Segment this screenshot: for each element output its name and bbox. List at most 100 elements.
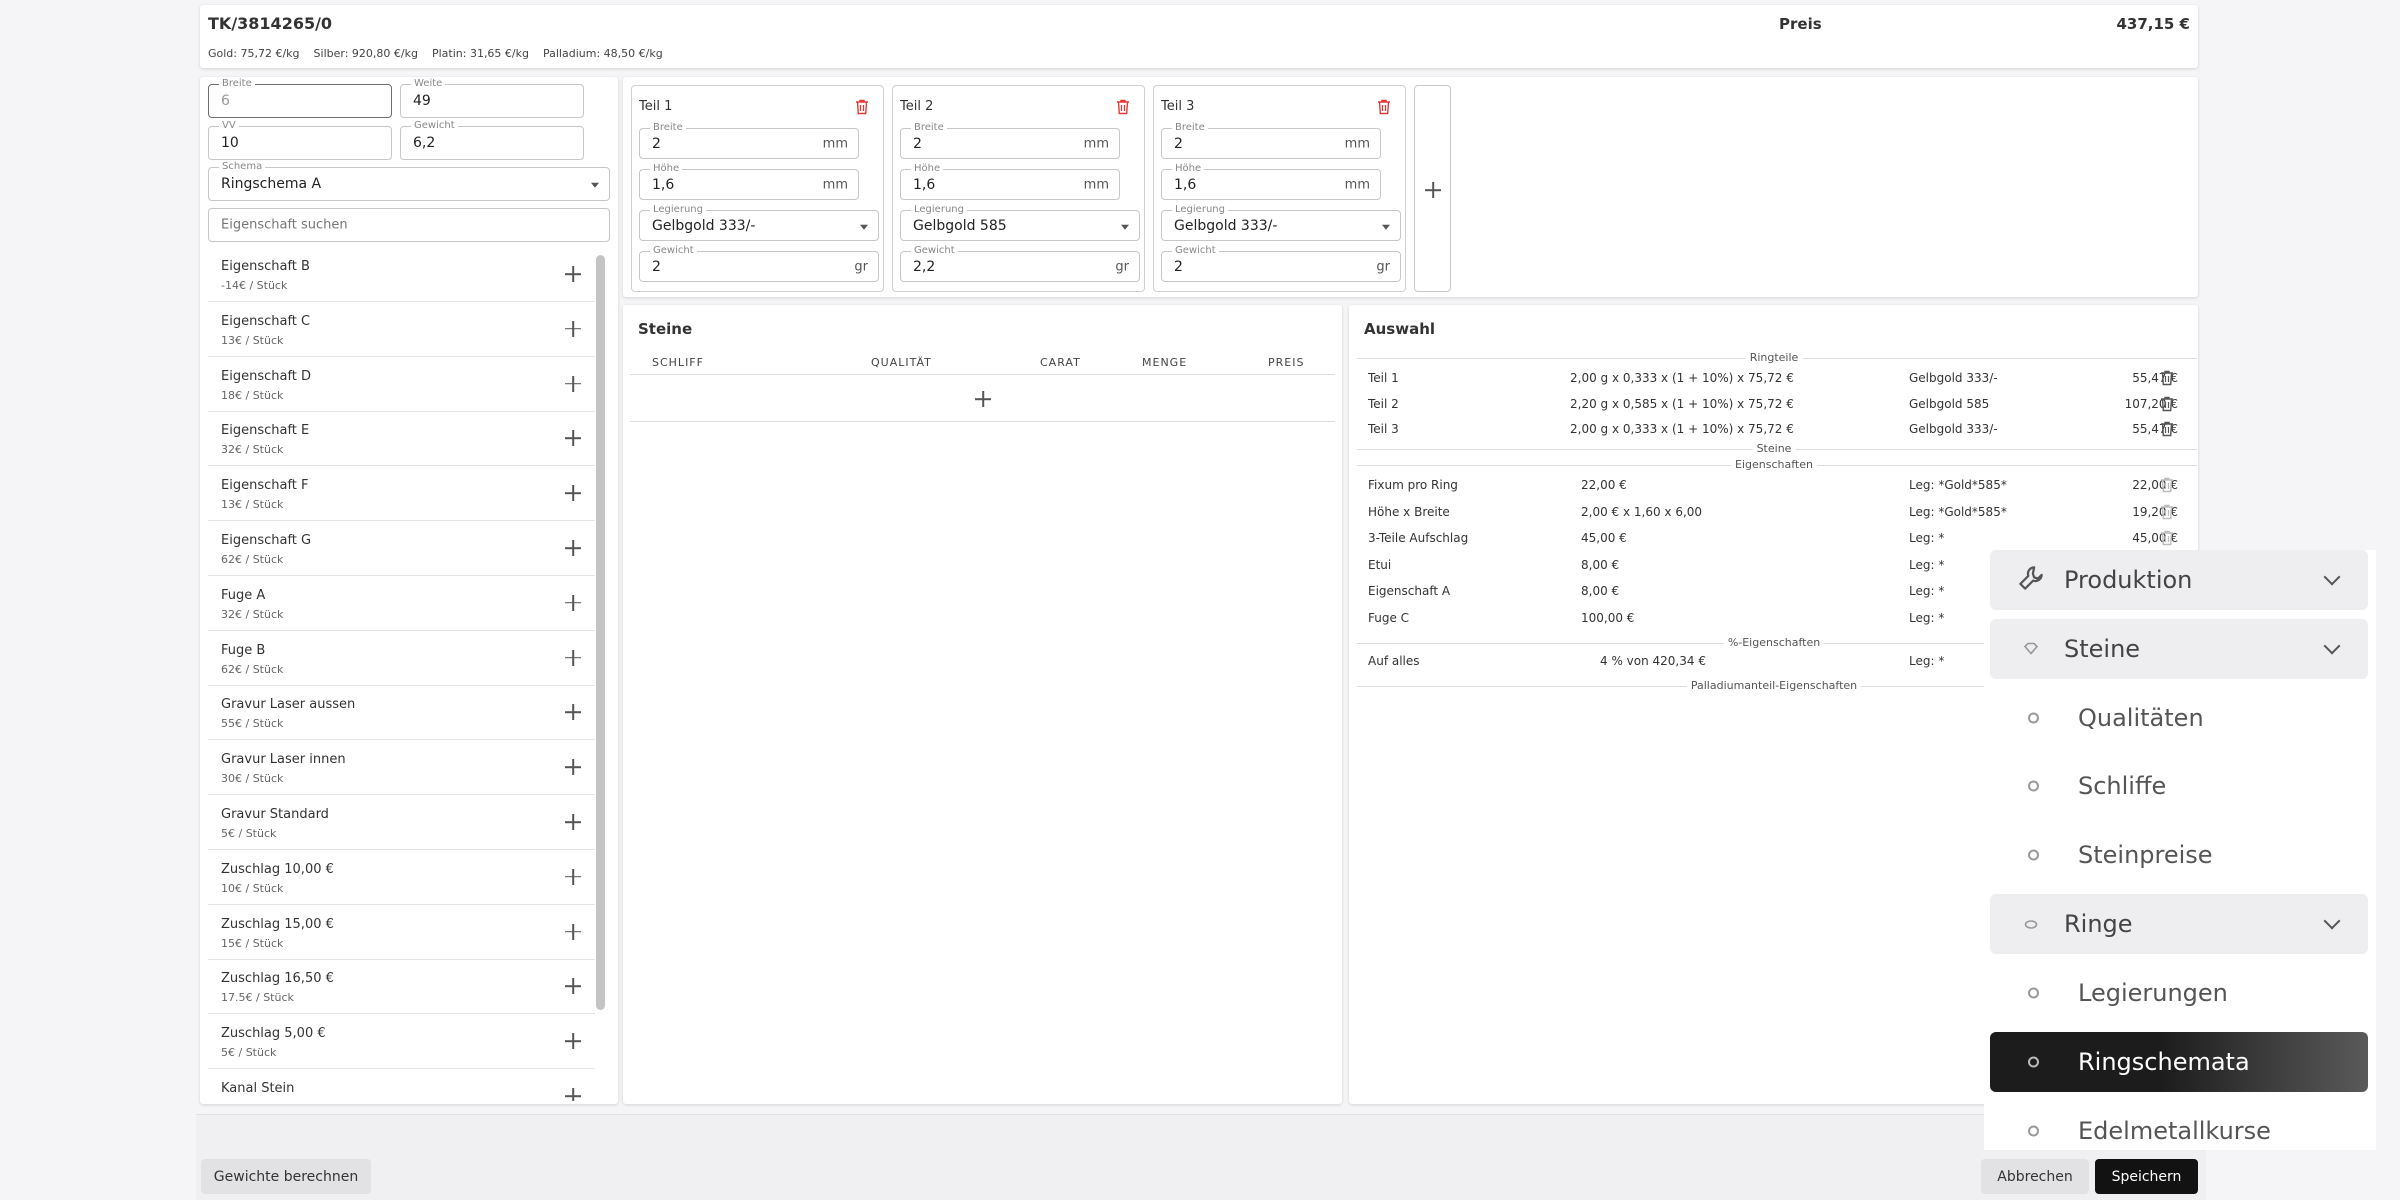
property-row[interactable]: Gravur Laser aussen 55€ / Stück — [208, 686, 595, 741]
property-row[interactable]: Eigenschaft C 13€ / Stück — [208, 303, 595, 357]
property-row[interactable]: Zuschlag 16,50 € 17.5€ / Stück — [208, 960, 595, 1015]
delete-row-icon[interactable] — [2160, 477, 2174, 496]
delete-part-icon[interactable] — [1377, 99, 1391, 119]
calc-weights-button[interactable]: Gewichte berechnen — [201, 1159, 371, 1194]
part-card: Teil 3 Breite 2 mm Höhe 1,6 mm Legierung… — [1153, 85, 1406, 292]
part-legierung-select[interactable]: Legierung Gelbgold 585 — [900, 203, 1140, 241]
property-row[interactable]: Eigenschaft F 13€ / Stück — [208, 467, 595, 522]
property-row[interactable]: Eigenschaft G 62€ / Stück — [208, 522, 595, 576]
add-property-icon[interactable] — [565, 430, 581, 446]
add-property-icon[interactable] — [565, 650, 581, 666]
col-carat: CARAT — [1040, 356, 1081, 369]
menu-item-produktion[interactable]: Produktion — [1990, 550, 2368, 610]
menu-item-steine[interactable]: Steine — [1990, 619, 2368, 679]
add-property-icon[interactable] — [565, 759, 581, 775]
add-stone-button[interactable] — [975, 391, 991, 411]
bullet-icon — [2028, 1056, 2039, 1068]
property-price: 17.5€ / Stück — [221, 991, 294, 1005]
add-property-icon[interactable] — [565, 376, 581, 392]
add-property-icon[interactable] — [565, 1088, 581, 1101]
add-property-icon[interactable] — [565, 978, 581, 994]
add-property-icon[interactable] — [565, 924, 581, 940]
add-property-icon[interactable] — [565, 540, 581, 556]
weite-field[interactable]: Weite 49 — [400, 77, 584, 118]
schema-select[interactable]: Schema Ringschema A — [208, 160, 610, 201]
property-list-scrollbar[interactable] — [596, 255, 605, 1010]
menu-item-ringe[interactable]: Ringe — [1990, 894, 2368, 954]
menu-item-schliffe[interactable]: Schliffe — [1990, 756, 2368, 816]
plus-icon — [1425, 182, 1441, 198]
gewicht-field[interactable]: Gewicht 6,2 — [400, 119, 584, 160]
add-property-icon[interactable] — [565, 814, 581, 830]
breite-field[interactable]: Breite 6 — [208, 77, 392, 118]
property-price: 5€ / Stück — [221, 1046, 277, 1060]
menu-item-qualitäten[interactable]: Qualitäten — [1990, 688, 2368, 748]
add-property-icon[interactable] — [565, 704, 581, 720]
chevron-down-icon — [1121, 224, 1129, 230]
property-price: 18€ / Stück — [221, 388, 284, 402]
save-button[interactable]: Speichern — [2095, 1159, 2198, 1194]
property-row[interactable]: Eigenschaft B -14€ / Stück — [208, 248, 595, 302]
menu-item-ringschemata[interactable]: Ringschemata — [1990, 1032, 2368, 1092]
chevron-down-icon — [2323, 637, 2341, 655]
part-gewicht-field[interactable]: Gewicht 2 gr — [639, 244, 879, 282]
ringteil-row: Teil 1 2,00 g x 0,333 x (1 + 10%) x 75,7… — [1368, 370, 2178, 386]
property-price: 5€ / Stück — [221, 827, 277, 840]
price-value: 437,15 € — [2116, 15, 2190, 33]
add-property-icon[interactable] — [565, 1033, 581, 1049]
property-row[interactable]: Zuschlag 15,00 € 15€ / Stück — [208, 906, 595, 960]
col-menge: MENGE — [1142, 356, 1188, 369]
part-hoehe-field[interactable]: Höhe 1,6 mm — [1161, 162, 1381, 200]
delete-row-icon[interactable] — [2160, 396, 2174, 412]
property-row[interactable]: Gravur Standard 5€ / Stück — [208, 796, 595, 850]
menu-item-label: Steine — [2064, 635, 2141, 663]
property-row[interactable]: Gravur Laser innen 30€ / Stück — [208, 741, 595, 796]
menu-item-legierungen[interactable]: Legierungen — [1990, 963, 2368, 1023]
part-gewicht-field[interactable]: Gewicht 2,2 gr — [900, 244, 1140, 282]
wrench-icon — [2016, 563, 2046, 597]
metal-rate-silver: Silber: 920,80 €/kg — [313, 47, 418, 60]
vv-field[interactable]: VV 10 — [208, 119, 392, 160]
menu-item-edelmetallkurse[interactable]: Edelmetallkurse — [1990, 1101, 2368, 1161]
property-row[interactable]: Fuge A 32€ / Stück — [208, 577, 595, 631]
delete-row-icon[interactable] — [2160, 504, 2174, 523]
add-property-icon[interactable] — [565, 321, 581, 337]
property-search-input[interactable]: Eigenschaft suchen — [208, 208, 610, 242]
part-breite-field[interactable]: Breite 2 mm — [1161, 121, 1381, 159]
part-breite-field[interactable]: Breite 2 mm — [900, 121, 1120, 159]
add-property-icon[interactable] — [565, 869, 581, 885]
cancel-button[interactable]: Abbrechen — [1981, 1159, 2089, 1194]
property-row[interactable]: Zuschlag 10,00 € 10€ / Stück — [208, 851, 595, 905]
part-gewicht-field[interactable]: Gewicht 2 gr — [1161, 244, 1401, 282]
chevron-down-icon — [2323, 568, 2341, 586]
auswahl-title: Auswahl — [1364, 320, 1436, 338]
property-row[interactable]: Zuschlag 5,00 € 5€ / Stück — [208, 1015, 595, 1070]
metal-rate-platin: Platin: 31,65 €/kg — [431, 47, 529, 60]
delete-row-icon[interactable] — [2160, 530, 2174, 549]
property-row[interactable]: Fuge B 62€ / Stück — [208, 632, 595, 686]
part-title: Teil 1 — [639, 99, 673, 114]
header-card: TK/3814265/0 Preis 437,15 € Gold: 75,72 … — [200, 5, 2198, 68]
delete-part-icon[interactable] — [1116, 99, 1130, 119]
price-label: Preis — [1779, 15, 1822, 33]
property-row[interactable]: Eigenschaft E 32€ / Stück — [208, 412, 595, 467]
part-hoehe-field[interactable]: Höhe 1,6 mm — [900, 162, 1120, 200]
property-row[interactable]: Kanal Stein — [208, 1070, 595, 1101]
property-row[interactable]: Eigenschaft D 18€ / Stück — [208, 358, 595, 412]
delete-row-icon[interactable] — [2160, 421, 2174, 437]
property-name: Zuschlag 10,00 € — [221, 861, 334, 877]
property-name: Eigenschaft F — [221, 478, 309, 494]
delete-part-icon[interactable] — [855, 99, 869, 119]
part-legierung-select[interactable]: Legierung Gelbgold 333/- — [639, 203, 879, 241]
part-breite-field[interactable]: Breite 2 mm — [639, 121, 859, 159]
part-hoehe-field[interactable]: Höhe 1,6 mm — [639, 162, 859, 200]
delete-row-icon[interactable] — [2160, 370, 2174, 386]
add-property-icon[interactable] — [565, 595, 581, 611]
add-property-icon[interactable] — [565, 266, 581, 282]
add-part-button[interactable] — [1414, 85, 1451, 292]
property-price: 62€ / Stück — [221, 553, 284, 566]
property-name: Zuschlag 15,00 € — [221, 916, 334, 932]
part-legierung-select[interactable]: Legierung Gelbgold 333/- — [1161, 203, 1401, 241]
add-property-icon[interactable] — [565, 485, 581, 501]
menu-item-steinpreise[interactable]: Steinpreise — [1990, 825, 2368, 885]
